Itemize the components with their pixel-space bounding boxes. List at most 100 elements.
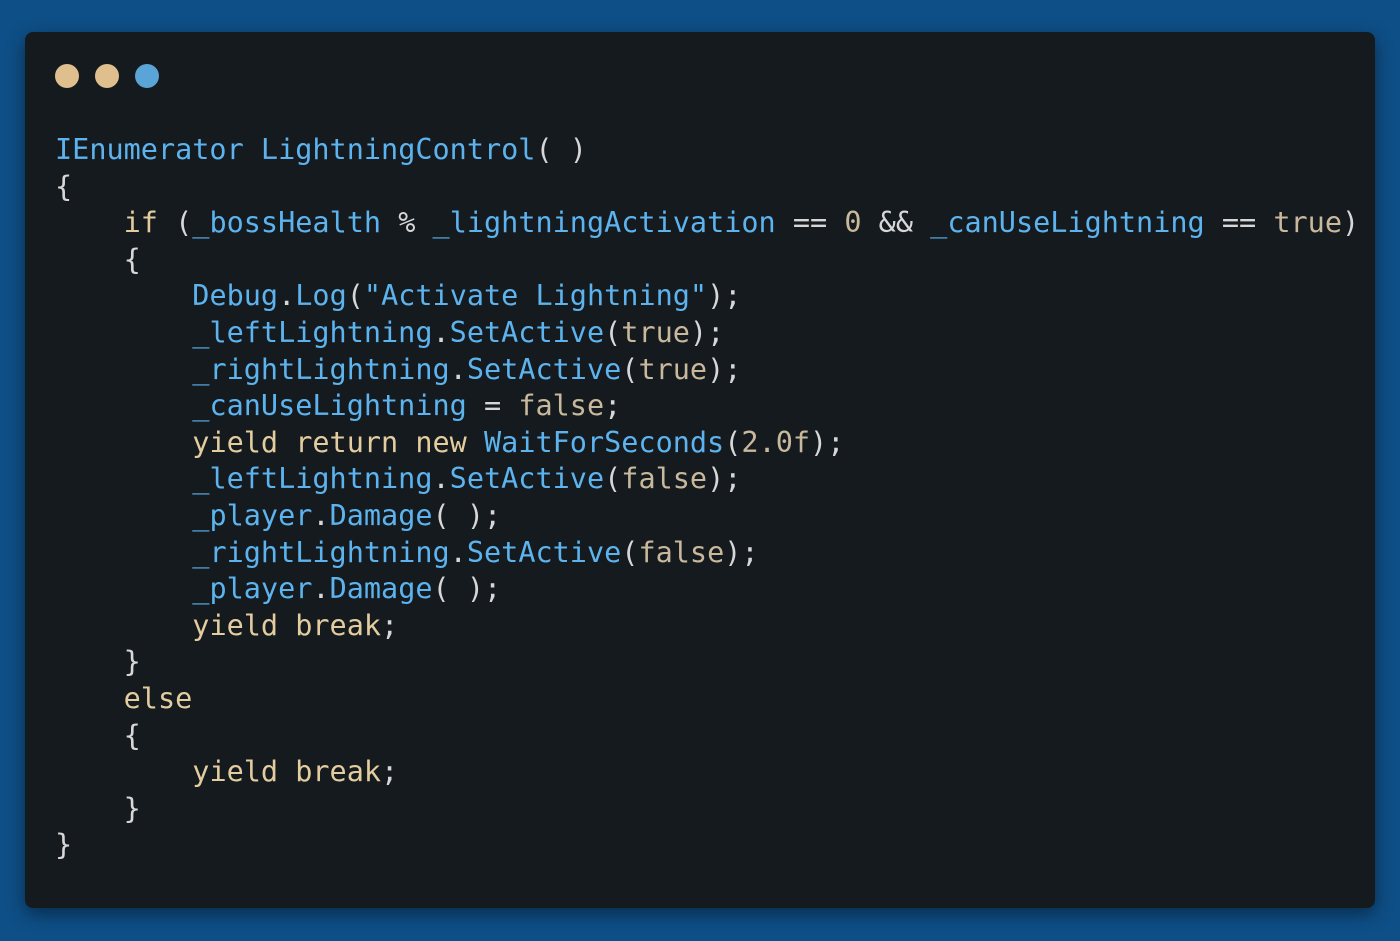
code-token-punc xyxy=(467,426,484,459)
code-line: _rightLightning.SetActive(false); xyxy=(55,535,1359,572)
code-token-punc: ( xyxy=(604,462,622,496)
code-token-str: "Activate Lightning" xyxy=(363,279,708,313)
code-block: IEnumerator LightningControl( ){ if (_bo… xyxy=(55,132,1359,864)
code-token-punc: . xyxy=(432,315,450,349)
code-token-punc: ; xyxy=(381,755,399,789)
code-token-lit: true xyxy=(621,315,690,349)
code-line: IEnumerator LightningControl( ) xyxy=(55,132,1359,169)
code-token-punc: ( ) xyxy=(535,133,587,166)
code-token-punc: { xyxy=(55,169,73,203)
code-line: yield return new WaitForSeconds(2.0f); xyxy=(55,425,1359,462)
code-token-punc: ; xyxy=(381,608,399,642)
code-token-punc: ( xyxy=(346,279,364,313)
code-token-kw: yield return new xyxy=(192,425,467,459)
code-token-lit: false xyxy=(621,462,708,496)
code-line: _player.Damage( ); xyxy=(55,571,1359,608)
code-token-kw: yield break xyxy=(192,608,382,642)
code-token-ident: _rightLightning xyxy=(192,352,450,386)
code-line: _player.Damage( ); xyxy=(55,498,1359,535)
code-line: else xyxy=(55,681,1359,718)
code-token-punc: } xyxy=(123,791,141,825)
code-token-punc: } xyxy=(123,645,141,679)
code-token-lit: false xyxy=(518,389,605,423)
code-token-punc: ( xyxy=(621,535,639,569)
close-dot-icon[interactable] xyxy=(55,64,79,88)
code-token-punc: . xyxy=(312,498,330,532)
code-token-ident: _canUseLightning xyxy=(192,389,467,423)
code-token-ident: SetActive xyxy=(466,352,622,386)
code-token-ident: Log xyxy=(295,279,347,313)
window-controls xyxy=(55,64,159,88)
code-token-ident: LightningControl xyxy=(260,133,536,166)
code-line: Debug.Log("Activate Lightning"); xyxy=(55,278,1359,315)
code-token-lit: true xyxy=(1273,206,1342,240)
code-token-ident: SetActive xyxy=(449,315,605,349)
code-line: _leftLightning.SetActive(true); xyxy=(55,315,1359,352)
code-token-op: && xyxy=(861,206,931,240)
code-line: yield break; xyxy=(55,754,1359,791)
code-line: _leftLightning.SetActive(false); xyxy=(55,461,1359,498)
code-token-punc: ); xyxy=(707,279,742,313)
code-token-punc: ( xyxy=(157,206,193,240)
code-token-punc: ; xyxy=(604,389,622,423)
code-token-kw: if xyxy=(123,206,158,240)
code-token-punc: ); xyxy=(689,315,725,349)
maximize-dot-icon[interactable] xyxy=(135,64,159,88)
code-token-punc: ( xyxy=(621,352,639,386)
code-token-ident: _rightLightning xyxy=(192,535,450,569)
code-token-type: Debug xyxy=(192,279,279,313)
code-line: } xyxy=(55,644,1359,681)
code-token-op: == xyxy=(775,206,845,240)
code-token-num: 0 xyxy=(844,206,862,240)
code-token-kw: else xyxy=(123,681,193,715)
code-token-punc: { xyxy=(123,718,141,752)
code-token-ident: _bossHealth xyxy=(192,206,382,240)
code-token-ident: SetActive xyxy=(466,535,622,569)
code-token-ident: _player xyxy=(192,498,313,532)
code-line: { xyxy=(55,169,1359,206)
code-token-ident: Damage xyxy=(329,572,433,606)
code-token-op: % xyxy=(381,206,433,240)
code-line: if (_bossHealth % _lightningActivation =… xyxy=(55,205,1360,242)
code-token-ident: _leftLightning xyxy=(192,462,433,496)
code-token-punc: . xyxy=(449,352,467,386)
code-token-num: 2.0f xyxy=(741,425,811,459)
code-token-ident: _lightningActivation xyxy=(432,206,776,240)
code-token-punc: ); xyxy=(707,352,742,386)
code-line: yield break; xyxy=(55,608,1359,645)
code-line: _rightLightning.SetActive(true); xyxy=(55,352,1359,389)
code-token-punc: ( xyxy=(604,315,622,349)
code-token-punc: ); xyxy=(724,535,759,569)
code-token-type: WaitForSeconds xyxy=(484,425,725,459)
code-token-punc: { xyxy=(123,242,141,276)
code-token-punc: . xyxy=(432,462,450,496)
code-token-punc: . xyxy=(449,535,467,569)
code-token-lit: true xyxy=(638,352,708,386)
code-token-punc xyxy=(244,133,261,166)
code-token-ident: _leftLightning xyxy=(192,315,433,349)
code-line: { xyxy=(55,242,1359,279)
minimize-dot-icon[interactable] xyxy=(95,64,119,88)
code-token-punc: ); xyxy=(707,462,742,496)
code-token-ident: SetActive xyxy=(449,462,605,496)
code-token-type: IEnumerator xyxy=(55,133,244,166)
code-token-op: == xyxy=(1204,206,1274,240)
code-token-kw: yield break xyxy=(192,755,382,789)
code-token-ident: _canUseLightning xyxy=(930,206,1205,240)
code-token-punc: ( ); xyxy=(432,498,502,532)
code-token-punc: ( xyxy=(724,425,742,459)
code-token-punc: . xyxy=(312,572,330,606)
